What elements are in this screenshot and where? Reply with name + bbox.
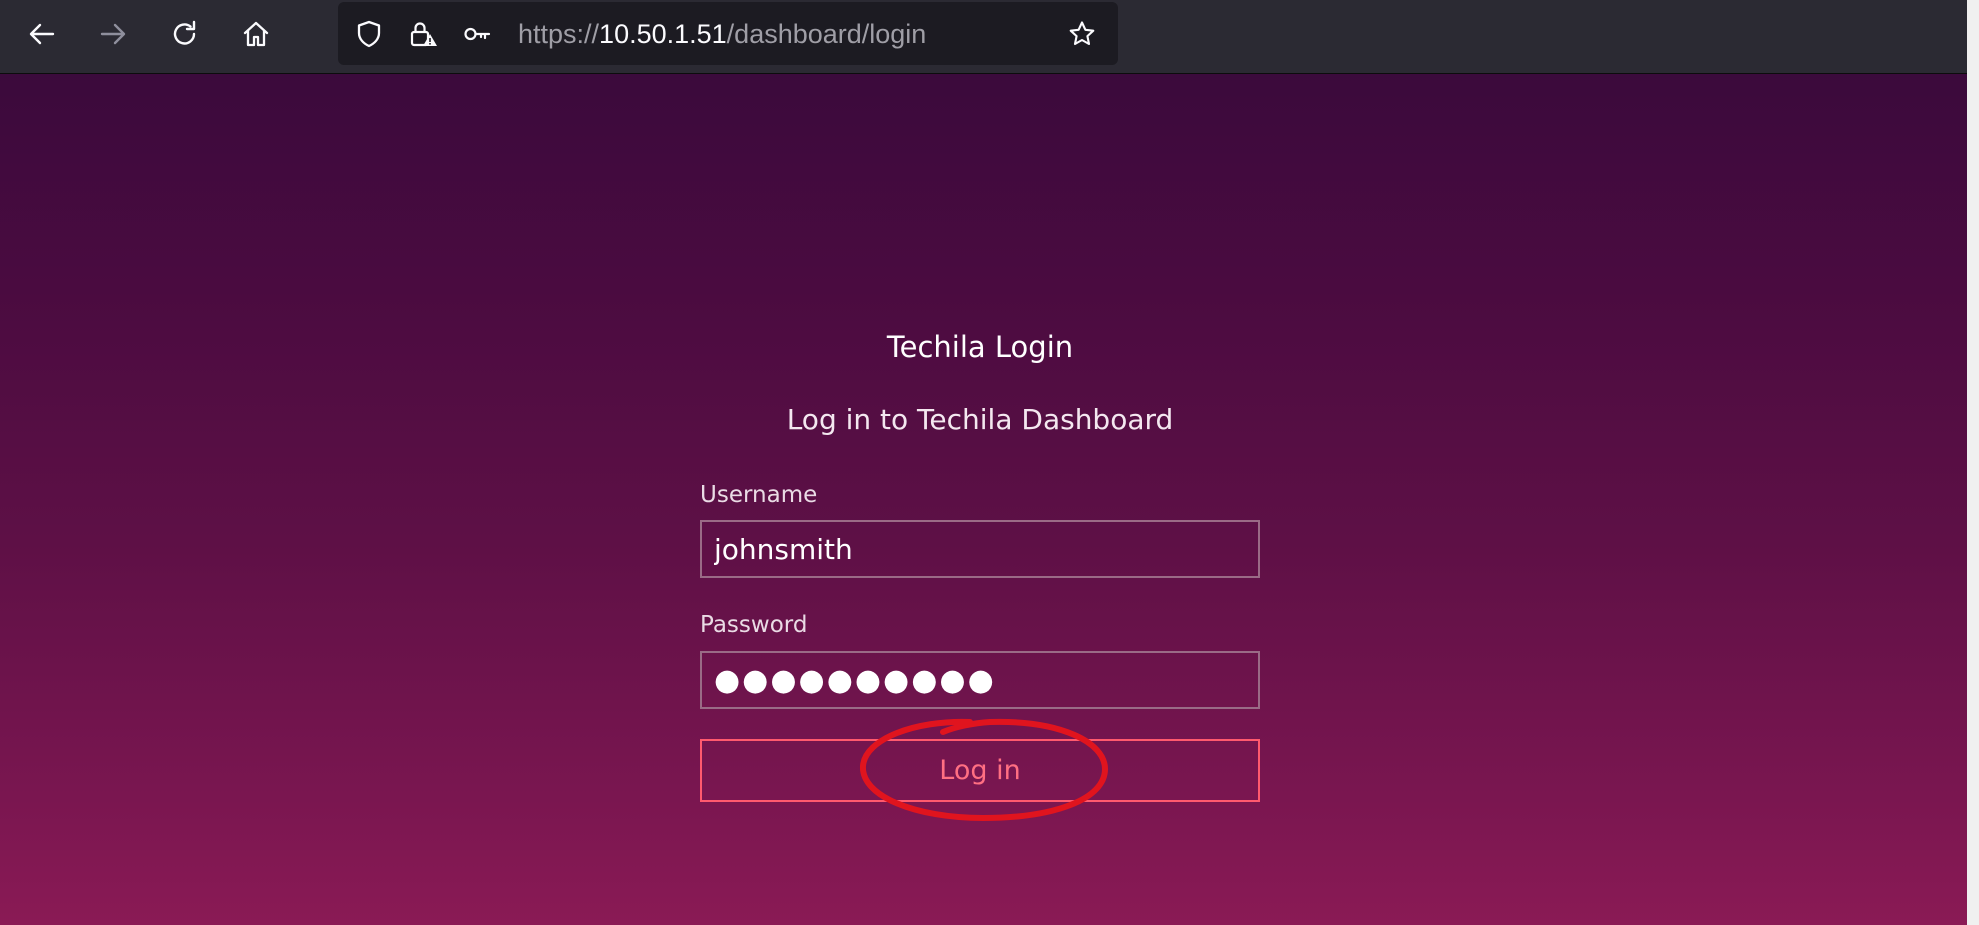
back-arrow-icon (29, 23, 55, 45)
url-bar[interactable]: https://10.50.1.51/dashboard/login (338, 2, 1118, 65)
username-label: Username (700, 482, 818, 508)
browser-toolbar: https://10.50.1.51/dashboard/login (0, 0, 1967, 74)
back-button[interactable] (22, 14, 62, 54)
bookmark-button[interactable] (1066, 18, 1098, 50)
star-icon (1069, 21, 1095, 46)
reload-button[interactable] (165, 14, 205, 54)
site-info-button[interactable] (407, 18, 439, 50)
password-input[interactable] (700, 651, 1260, 709)
url-text[interactable]: https://10.50.1.51/dashboard/login (518, 17, 926, 51)
tracking-protection-button[interactable] (353, 18, 385, 50)
login-page: Techila Login Log in to Techila Dashboar… (0, 74, 1967, 925)
saved-logins-button[interactable] (461, 18, 493, 50)
page-subtitle: Log in to Techila Dashboard (786, 403, 1174, 436)
forward-arrow-icon (100, 23, 126, 45)
key-icon (464, 27, 491, 41)
home-button[interactable] (236, 14, 276, 54)
page-title: Techila Login (886, 330, 1074, 364)
url-host: 10.50.1.51 (599, 19, 727, 49)
forward-button[interactable] (93, 14, 133, 54)
shield-icon (357, 20, 381, 48)
url-path: /dashboard/login (726, 19, 927, 49)
url-scheme: https:// (518, 19, 600, 49)
login-button[interactable]: Log in (700, 739, 1260, 802)
lock-warning-icon (410, 22, 437, 47)
home-icon (243, 21, 269, 47)
username-input[interactable] (700, 520, 1260, 578)
password-label: Password (700, 612, 808, 638)
window-scrollbar[interactable] (1967, 0, 1979, 925)
reload-icon (173, 20, 196, 45)
